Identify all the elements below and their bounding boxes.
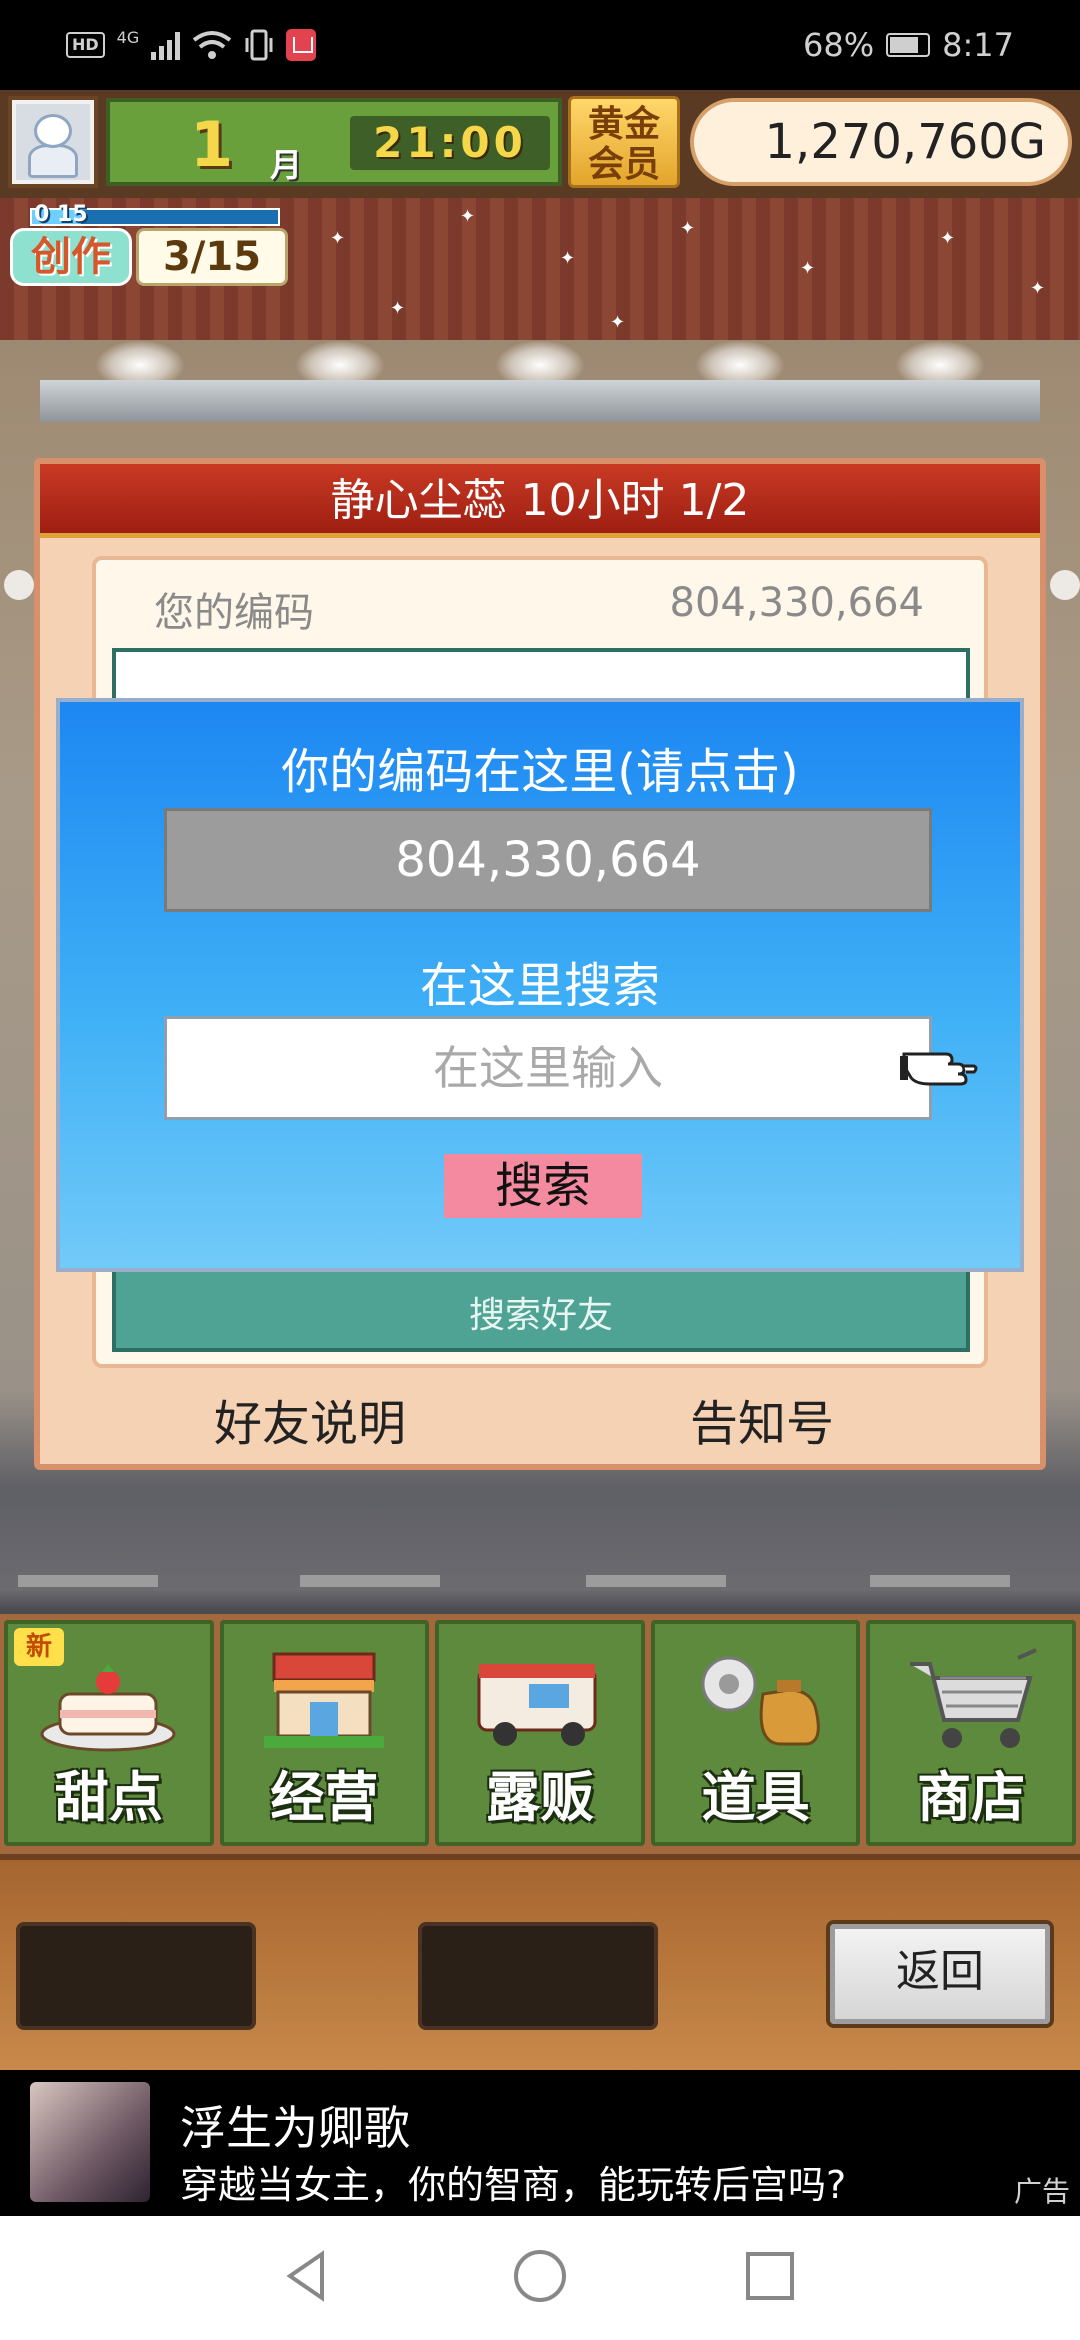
empty-slot[interactable] [16,1922,256,2030]
signal-icon [151,30,181,60]
menu-item-manage[interactable]: 经营 [219,1620,430,1846]
ad-label: 广告 [1013,2175,1070,2208]
panel-links: 好友说明 告知号 [40,1384,1040,1454]
battery-percent: 68% [803,26,875,64]
menu-label: 甜点 [54,1766,163,1829]
snowman-body [28,144,78,178]
status-right: 68% 8:17 [803,24,1014,66]
search-label: 在这里搜索 [419,958,660,1014]
snowflake: ✦ [800,258,816,279]
panel-title: 静心尘蕊 10小时 1/2 [40,464,1040,538]
snowflake: ✦ [560,248,576,269]
your-code-value: 804,330,664 [669,580,924,626]
home-circle-icon[interactable] [510,2246,570,2306]
system-nav-bar [0,2216,1080,2340]
search-input[interactable]: 在这里输入 [164,1016,932,1120]
code-row: 您的编码 804,330,664 [96,560,984,646]
items-bag-icon [701,1656,820,1746]
shop-roofline [40,380,1040,422]
battery-icon [886,33,931,57]
your-code-label: 您的编码 [154,590,314,636]
month-unit: 月 [270,146,303,184]
shopping-cart-icon [910,1648,1038,1748]
menu-label: 经营 [270,1766,379,1829]
top-hud: 1 月 21:00 黄金会员 1,270,760G [0,90,1080,198]
lower-strip: 返回 [0,1854,1080,2070]
search-dialog: 你的编码在这里(请点击) 804,330,664 在这里搜索 在这里输入 搜索 [56,698,1024,1272]
pointing-hand-icon [900,1052,978,1086]
search-friends-button[interactable]: 搜索好友 [116,1286,966,1338]
menu-item-dessert[interactable]: 新 甜点 [4,1620,214,1846]
ad-banner[interactable]: 浮生为卿歌 穿越当女主，你的智商，能玩转后宫吗? 广告 [0,2070,1080,2216]
game-time: 21:00 [350,116,550,170]
snowflake: ✦ [940,228,956,249]
snowflake: ✦ [460,206,476,227]
create-count: 3/15 [136,228,288,286]
menu-label: 道具 [701,1766,810,1829]
street-lamp [4,570,34,600]
status-bar: HD 4G 68% 8:17 [0,0,1080,90]
road-marking [870,1575,1010,1587]
friend-help-link[interactable]: 好友说明 [214,1384,406,1454]
road-marking [300,1575,440,1587]
food-truck-icon [477,1664,597,1746]
gold-member-badge[interactable]: 黄金会员 [568,96,680,188]
menu-label: 露贩 [485,1766,594,1829]
hd-indicator: HD [66,32,105,58]
month-number: 1 [190,108,234,181]
back-button[interactable]: 返回 [826,1920,1054,2028]
menu-item-items[interactable]: 道具 [650,1620,861,1846]
your-code-button[interactable]: 804,330,664 [164,808,932,912]
player-avatar[interactable] [8,96,98,188]
ad-title: 浮生为卿歌 [180,2101,410,2155]
notice-id-link[interactable]: 告知号 [690,1384,834,1454]
empty-slot[interactable] [418,1922,658,2030]
search-button[interactable]: 搜索 [444,1154,642,1218]
shop-icon [263,1652,384,1748]
road-marking [586,1575,726,1587]
snowman-head [34,114,72,148]
snowflake: ✦ [330,228,346,249]
menu-item-store[interactable]: 商店 [866,1620,1076,1846]
ad-thumbnail[interactable] [30,2082,150,2202]
reader-app-icon [286,29,317,61]
game-screen[interactable]: ✦ ✦ ✦ ✦ ✦ ✦ ✦ ✦ ✦ ✦ 1 月 21:00 黄金会员 1,270… [0,90,1080,2070]
dialog-title: 你的编码在这里(请点击) [281,744,799,800]
clock: 8:17 [942,26,1014,64]
road-marking [18,1575,158,1587]
network-type: 4G [116,27,140,47]
street-lamp [1050,570,1080,600]
snowflake: ✦ [1030,278,1046,299]
wifi-icon [193,31,232,59]
create-progress-label: 0 15 [34,202,88,227]
snowflake: ✦ [390,298,406,319]
back-triangle-icon[interactable] [278,2246,338,2306]
status-left: HD 4G [66,24,317,66]
create-indicator[interactable]: 0 15 创作 3/15 [10,202,292,286]
menu-item-stall[interactable]: 露贩 [435,1620,645,1846]
snowflake: ✦ [610,312,626,333]
recents-square-icon[interactable] [740,2246,800,2306]
ad-description: 穿越当女主，你的智商，能玩转后宫吗? [180,2163,847,2207]
vibrate-icon [245,29,273,61]
date-time-box: 1 月 21:00 [106,98,562,186]
create-tag: 创作 [10,228,132,286]
money-display: 1,270,760G [690,98,1072,186]
snowflake: ✦ [680,218,696,239]
new-badge: 新 [14,1628,64,1666]
bottom-menu: 新 甜点 经营 露贩 道具 商店 [0,1614,1080,1854]
menu-label: 商店 [917,1766,1026,1829]
